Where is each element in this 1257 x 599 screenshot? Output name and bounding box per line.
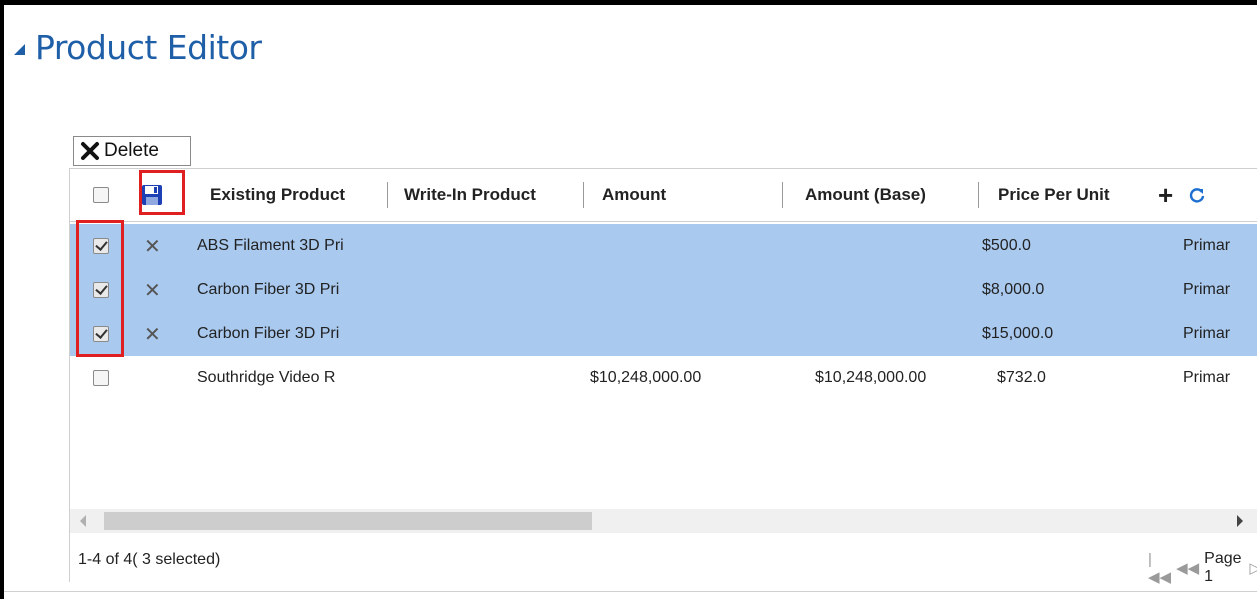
product-grid: Existing Product Write-In Product Amount…	[69, 168, 1257, 586]
column-header-amount[interactable]: Amount	[602, 169, 666, 221]
row-delete-cell: ✕	[144, 312, 161, 356]
select-all-checkbox[interactable]	[93, 187, 109, 203]
existing-product-cell[interactable]: ABS Filament 3D Pri	[197, 224, 387, 268]
table-row[interactable]: ✕ ABS Filament 3D Pri $500.0 Primar	[70, 224, 1257, 268]
table-row[interactable]: Southridge Video R $10,248,000.00 $10,24…	[70, 356, 1257, 400]
extra-column-cell[interactable]: Primar	[1183, 268, 1230, 312]
amount-cell[interactable]: $10,248,000.00	[590, 356, 701, 400]
section-title: Product Editor	[35, 27, 262, 67]
grid-header: Existing Product Write-In Product Amount…	[70, 169, 1257, 222]
frame-left-border	[0, 0, 4, 599]
collapse-icon[interactable]	[14, 43, 25, 55]
scroll-left-icon[interactable]	[80, 515, 86, 527]
delete-button[interactable]: Delete	[73, 136, 191, 166]
row-delete-icon[interactable]: ✕	[144, 234, 161, 258]
existing-product-cell[interactable]: Southridge Video R	[197, 356, 387, 400]
row-delete-icon[interactable]: ✕	[144, 322, 161, 346]
page-label: Page 1	[1204, 550, 1242, 585]
first-page-icon[interactable]: |◀◀	[1148, 551, 1171, 586]
table-row[interactable]: ✕ Carbon Fiber 3D Pri $15,000.0 Primar	[70, 312, 1257, 356]
amount-base-cell[interactable]: $10,248,000.00	[815, 356, 926, 400]
record-count-status: 1-4 of 4( 3 selected)	[78, 551, 221, 568]
row-select-cell	[93, 356, 109, 400]
price-per-unit-cell[interactable]: $732.0	[997, 356, 1046, 400]
section-header[interactable]: Product Editor	[14, 22, 262, 72]
column-header-write-in-product[interactable]: Write-In Product	[404, 169, 536, 221]
row-delete-cell: ✕	[144, 268, 161, 312]
existing-product-cell[interactable]: Carbon Fiber 3D Pri	[197, 268, 387, 312]
column-separator[interactable]	[387, 182, 388, 208]
pager: |◀◀ ◀◀ Page 1 ▷	[1148, 550, 1257, 586]
row-delete-cell: ✕	[144, 224, 161, 268]
column-header-existing-product[interactable]: Existing Product	[210, 169, 345, 221]
price-per-unit-cell[interactable]: $500.0	[982, 224, 1031, 268]
row-delete-icon[interactable]: ✕	[144, 278, 161, 302]
select-all-cell	[93, 169, 109, 221]
row-checkbox[interactable]	[93, 370, 109, 386]
prev-page-icon[interactable]: ◀◀	[1176, 559, 1199, 577]
frame-top-border	[0, 0, 1257, 5]
extra-column-cell[interactable]: Primar	[1183, 224, 1230, 268]
grid-footer: 1-4 of 4( 3 selected) |◀◀ ◀◀ Page 1 ▷	[70, 539, 1257, 586]
bottom-divider	[4, 591, 1257, 592]
add-icon[interactable]: +	[1158, 169, 1173, 221]
horizontal-scrollbar[interactable]	[70, 509, 1257, 533]
price-per-unit-cell[interactable]: $15,000.0	[982, 312, 1053, 356]
column-header-price-per-unit[interactable]: Price Per Unit	[998, 169, 1110, 221]
delete-button-label: Delete	[104, 140, 159, 161]
refresh-icon[interactable]	[1188, 169, 1206, 221]
extra-column-cell[interactable]: Primar	[1183, 312, 1230, 356]
delete-x-icon	[81, 142, 99, 160]
highlight-box-save	[139, 170, 185, 215]
scroll-right-icon[interactable]	[1237, 515, 1243, 527]
existing-product-cell[interactable]: Carbon Fiber 3D Pri	[197, 312, 387, 356]
scrollbar-thumb[interactable]	[104, 512, 592, 530]
highlight-box-checkboxes	[76, 220, 124, 357]
column-separator[interactable]	[782, 182, 783, 208]
extra-column-cell[interactable]: Primar	[1183, 356, 1230, 400]
price-per-unit-cell[interactable]: $8,000.0	[982, 268, 1044, 312]
table-row[interactable]: ✕ Carbon Fiber 3D Pri $8,000.0 Primar	[70, 268, 1257, 312]
column-separator[interactable]	[583, 182, 584, 208]
column-header-amount-base[interactable]: Amount (Base)	[805, 169, 926, 221]
next-page-icon[interactable]: ▷	[1250, 559, 1257, 577]
column-separator[interactable]	[978, 182, 979, 208]
